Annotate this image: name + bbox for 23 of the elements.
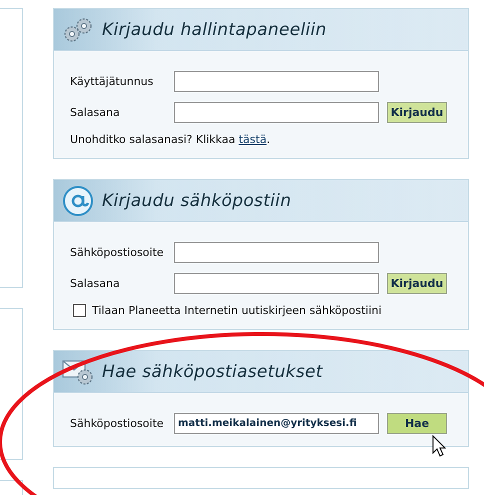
at-sign-icon [62, 184, 94, 216]
field-label: Sähköpostiosoite [70, 417, 165, 430]
input-field[interactable] [174, 102, 379, 123]
panel-title: Kirjaudu hallintapaneeliin [102, 20, 327, 40]
input-field[interactable] [174, 242, 379, 263]
forgot-password-text: Unohditko salasanasi? Klikkaa tästä. [70, 133, 272, 146]
reset-link[interactable]: tästä [238, 133, 267, 146]
field-label: Salasana [70, 106, 121, 119]
submit-button[interactable]: Kirjaudu [387, 273, 447, 294]
input-field[interactable] [174, 273, 379, 294]
submit-button[interactable]: Hae [387, 413, 447, 434]
input-field[interactable]: matti.meikalainen@yrityksesi.fi [174, 413, 379, 434]
panel-title: Kirjaudu sähköpostiin [102, 190, 292, 210]
panel-title: Hae sähköpostiasetukset [102, 362, 323, 382]
field-label: Sähköpostiosoite [70, 246, 165, 259]
checkbox[interactable] [73, 304, 86, 317]
field-label: Käyttäjätunnus [70, 75, 154, 88]
checkbox-label: Tilaan Planeetta Internetin uutiskirjeen sähköpostiini [92, 304, 382, 317]
input-field[interactable] [174, 71, 379, 92]
gears-icon [62, 16, 94, 44]
field-label: Salasana [70, 277, 121, 290]
submit-button[interactable]: Kirjaudu [387, 102, 447, 123]
envelope-gear-icon [62, 358, 94, 386]
